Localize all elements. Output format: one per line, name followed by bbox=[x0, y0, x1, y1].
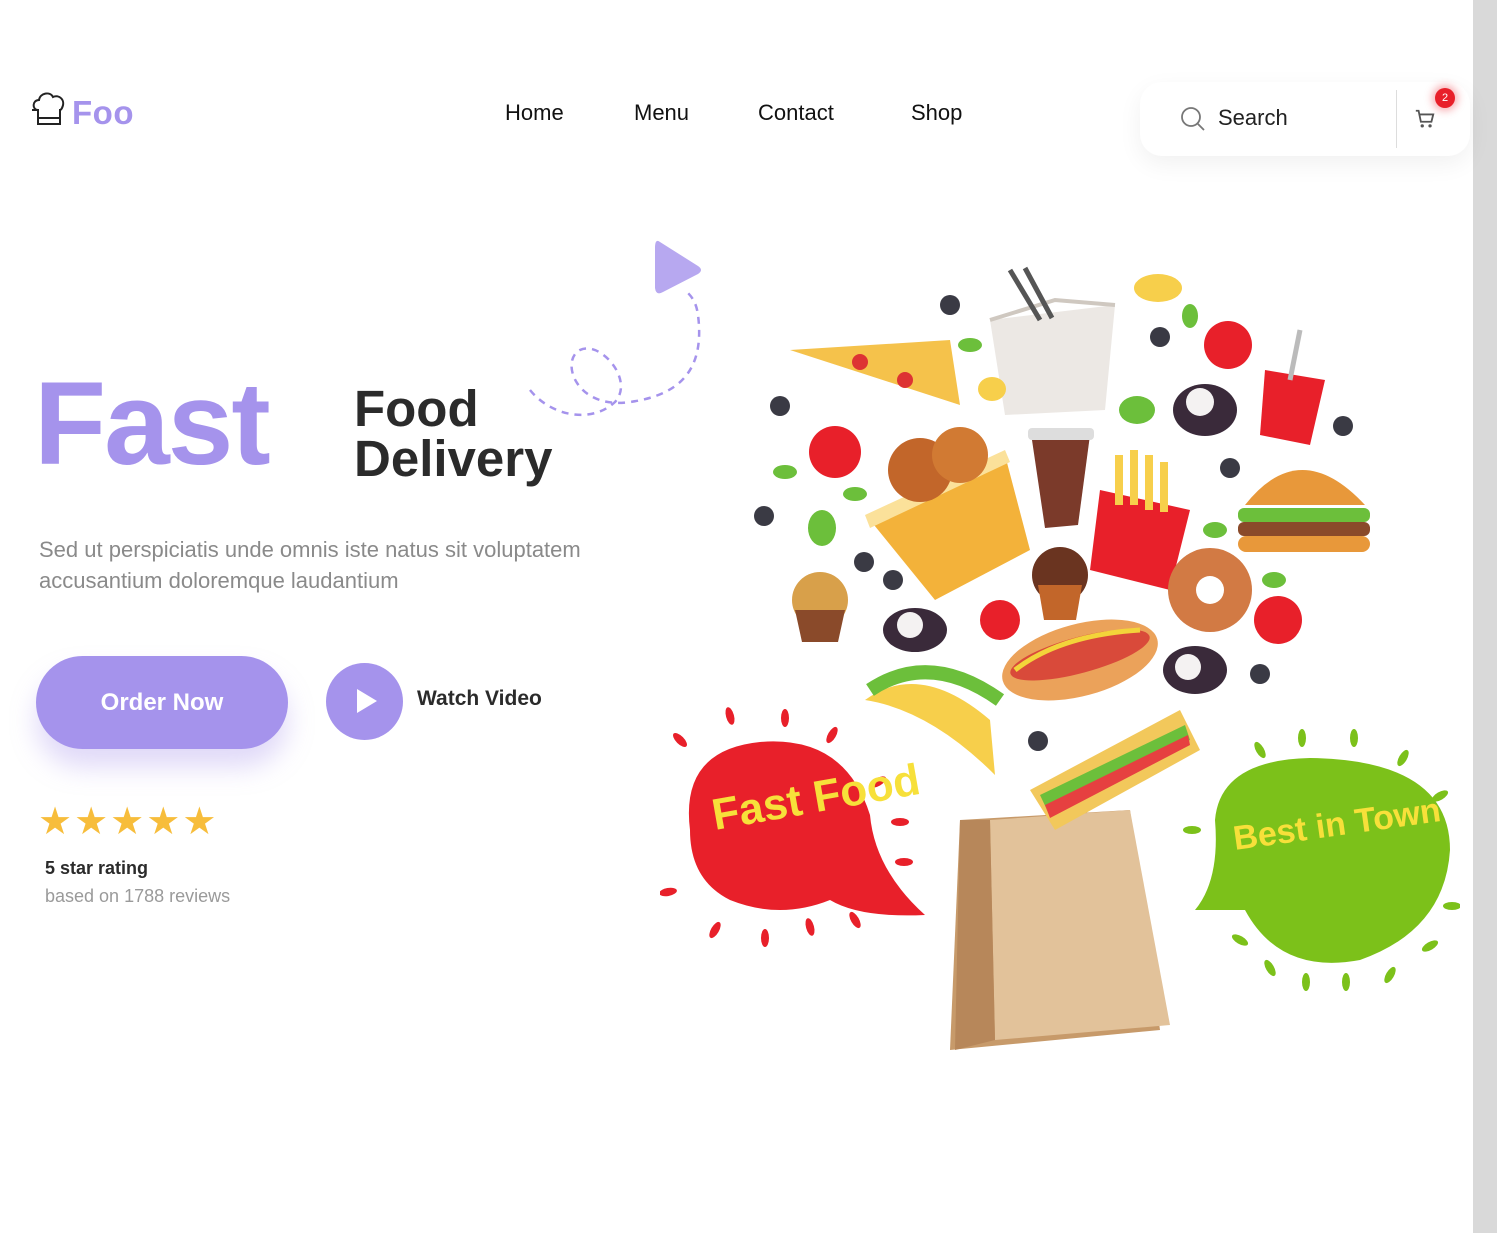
fast-food-badge bbox=[660, 707, 925, 947]
hero-title-accent: Fast bbox=[34, 358, 271, 490]
search-bar: 2 bbox=[1140, 82, 1470, 156]
hero-description: Sed ut perspiciatis unde omnis iste natu… bbox=[39, 537, 581, 593]
star-icon: ★ bbox=[38, 801, 73, 843]
cart-icon[interactable] bbox=[1414, 108, 1436, 130]
star-icon: ★ bbox=[146, 801, 181, 843]
play-icon bbox=[357, 689, 377, 713]
coffee-cup-illustration bbox=[1028, 428, 1094, 528]
page-scrollbar[interactable] bbox=[1473, 0, 1497, 1233]
star-icon: ★ bbox=[182, 801, 217, 843]
best-in-town-badge bbox=[1183, 729, 1460, 991]
nav-contact[interactable]: Contact bbox=[758, 100, 834, 126]
brand-logo[interactable]: Foo bbox=[30, 88, 134, 137]
pizza-slice-illustration bbox=[790, 340, 960, 405]
hero-title-line1: Food bbox=[354, 380, 479, 437]
donut-illustration bbox=[1168, 548, 1252, 632]
fast-food-illustration: Fast Food Best in Town bbox=[660, 266, 1460, 1050]
noodle-box-illustration bbox=[989, 266, 1116, 415]
brand-name: Foo bbox=[72, 93, 134, 131]
rating-title: 5 star rating bbox=[45, 858, 149, 878]
search-divider bbox=[1396, 90, 1397, 148]
chef-hat-icon bbox=[30, 88, 70, 137]
star-rating: ★ ★ ★ ★ ★ bbox=[38, 803, 216, 841]
soda-cup-illustration bbox=[1260, 329, 1325, 445]
burger-illustration bbox=[1238, 470, 1370, 552]
order-now-button[interactable]: Order Now bbox=[36, 656, 288, 749]
star-icon: ★ bbox=[74, 801, 109, 843]
rating-subtitle: based on 1788 reviews bbox=[45, 886, 231, 906]
cart-count-badge: 2 bbox=[1435, 88, 1455, 108]
paper-bag-illustration bbox=[950, 810, 1170, 1050]
hero-title-line2: Delivery bbox=[354, 430, 553, 487]
nav-menu[interactable]: Menu bbox=[634, 100, 689, 126]
watch-video-link[interactable]: Watch Video bbox=[417, 687, 542, 711]
search-input[interactable] bbox=[1216, 100, 1390, 136]
nav-shop[interactable]: Shop bbox=[911, 100, 962, 126]
nav-home[interactable]: Home bbox=[505, 100, 564, 126]
play-video-button[interactable] bbox=[326, 663, 403, 740]
star-icon: ★ bbox=[110, 801, 145, 843]
search-icon[interactable] bbox=[1180, 106, 1206, 137]
